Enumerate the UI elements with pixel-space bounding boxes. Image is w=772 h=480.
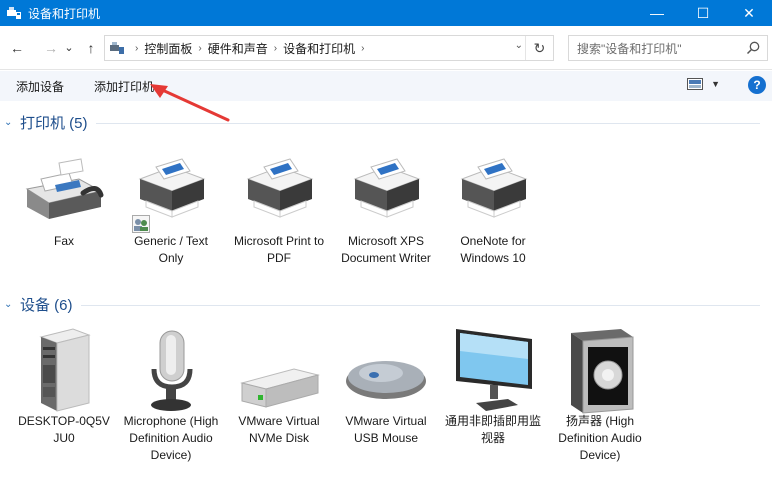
view-icon xyxy=(687,78,704,90)
microphone-icon xyxy=(151,330,193,411)
group-label-printers: 打印机 (5) xyxy=(20,114,88,132)
monitor-icon xyxy=(456,329,532,411)
back-button[interactable]: ← xyxy=(6,37,28,59)
search-icon[interactable] xyxy=(745,40,761,56)
title-bar: 设备和打印机 — ☐ ✕ xyxy=(0,0,772,26)
breadcrumb-devices-printers[interactable]: 设备和打印机 xyxy=(283,40,355,57)
device-item-desktop-computer[interactable]: DESKTOP-0Q5V JU0 xyxy=(12,323,116,447)
recent-locations-button[interactable]: ⌄ xyxy=(62,37,76,59)
view-dropdown-arrow: ▼ xyxy=(711,79,720,89)
device-item-microphone[interactable]: Microphone (High Definition Audio Device… xyxy=(119,323,223,464)
close-button[interactable]: ✕ xyxy=(726,0,772,26)
group-header-printers[interactable]: ⌄ 打印机 (5) xyxy=(0,111,760,133)
devices-content-pane: ⌄ 打印机 (5) Fax Generic / Text Only Micros… xyxy=(0,101,772,480)
maximize-button[interactable]: ☐ xyxy=(680,0,726,26)
group-divider xyxy=(80,304,760,306)
computer-tower-icon xyxy=(39,328,91,412)
device-label: Fax xyxy=(53,234,74,248)
device-label: Microsoft Print to PDF xyxy=(233,234,325,265)
search-box[interactable]: 搜索"设备和打印机" xyxy=(568,35,768,61)
mouse-icon xyxy=(346,361,426,399)
address-dropdown-button[interactable]: ⌄ xyxy=(515,40,523,51)
devices-printers-icon xyxy=(7,7,21,19)
add-device-button[interactable]: 添加设备 xyxy=(16,74,64,99)
device-item-microsoft-xps-document-writer[interactable]: Microsoft XPS Document Writer xyxy=(334,143,438,267)
device-item-speakers[interactable]: 扬声器 (High Definition Audio Device) xyxy=(548,323,652,464)
breadcrumb-separator: › xyxy=(198,42,202,54)
minimize-button[interactable]: — xyxy=(634,0,680,26)
printer-icon xyxy=(460,158,528,218)
collapse-chevron-icon[interactable]: ⌄ xyxy=(4,299,16,310)
speaker-icon xyxy=(571,329,634,414)
address-bar[interactable]: › 控制面板 › 硬件和声音 › 设备和打印机 › ⌄ ↻ xyxy=(104,35,554,61)
up-button[interactable]: ↑ xyxy=(80,37,102,59)
device-item-generic-monitor[interactable]: 通用非即插即用监视器 xyxy=(441,323,545,447)
navigation-bar: ← → ⌄ ↑ › 控制面板 › 硬件和声音 › 设备和打印机 › ⌄ ↻ 搜索… xyxy=(0,26,772,70)
device-item-vmware-nvme-disk[interactable]: VMware Virtual NVMe Disk xyxy=(227,323,331,447)
device-label: 通用非即插即用监视器 xyxy=(444,414,541,445)
device-item-fax[interactable]: Fax xyxy=(12,143,116,250)
device-item-onenote-for-windows-10[interactable]: OneNote for Windows 10 xyxy=(441,143,545,267)
refresh-button[interactable]: ↻ xyxy=(525,36,553,60)
group-label-devices: 设备 (6) xyxy=(20,296,73,314)
shared-users-icon xyxy=(132,215,150,233)
device-label: 扬声器 (High Definition Audio Device) xyxy=(558,414,642,462)
device-label: DESKTOP-0Q5V JU0 xyxy=(18,414,110,445)
device-label: Generic / Text Only xyxy=(134,234,208,265)
device-item-microsoft-print-to-pdf[interactable]: Microsoft Print to PDF xyxy=(227,143,331,267)
change-view-button[interactable]: ▼ xyxy=(687,78,720,90)
breadcrumb-separator: › xyxy=(273,42,278,54)
printer-icon xyxy=(353,158,421,218)
breadcrumb-hardware-sound[interactable]: 硬件和声音 xyxy=(208,40,268,57)
annotation-arrow-icon xyxy=(150,84,230,122)
device-label: OneNote for Windows 10 xyxy=(460,234,526,265)
search-placeholder: 搜索"设备和打印机" xyxy=(577,41,682,56)
device-item-generic-text-only[interactable]: Generic / Text Only xyxy=(119,143,223,267)
disk-drive-icon xyxy=(240,368,320,408)
breadcrumb-control-panel[interactable]: 控制面板 xyxy=(144,40,192,57)
device-label: VMware Virtual NVMe Disk xyxy=(238,414,320,445)
device-item-vmware-usb-mouse[interactable]: VMware Virtual USB Mouse xyxy=(334,323,438,447)
help-button[interactable]: ? xyxy=(748,76,766,94)
breadcrumb-separator: › xyxy=(135,42,139,54)
device-label: Microphone (High Definition Audio Device… xyxy=(123,414,219,462)
breadcrumb-separator: › xyxy=(361,42,365,54)
forward-button[interactable]: → xyxy=(40,37,62,59)
window-title: 设备和打印机 xyxy=(28,6,101,21)
device-label: Microsoft XPS Document Writer xyxy=(341,234,431,265)
device-label: VMware Virtual USB Mouse xyxy=(345,414,427,445)
collapse-chevron-icon[interactable]: ⌄ xyxy=(4,117,16,128)
printer-icon xyxy=(246,158,314,218)
fax-icon xyxy=(25,158,104,219)
control-panel-icon xyxy=(110,42,124,54)
command-bar: 添加设备 添加打印机 ▼ ? xyxy=(0,71,772,101)
group-header-devices[interactable]: ⌄ 设备 (6) xyxy=(0,293,760,315)
